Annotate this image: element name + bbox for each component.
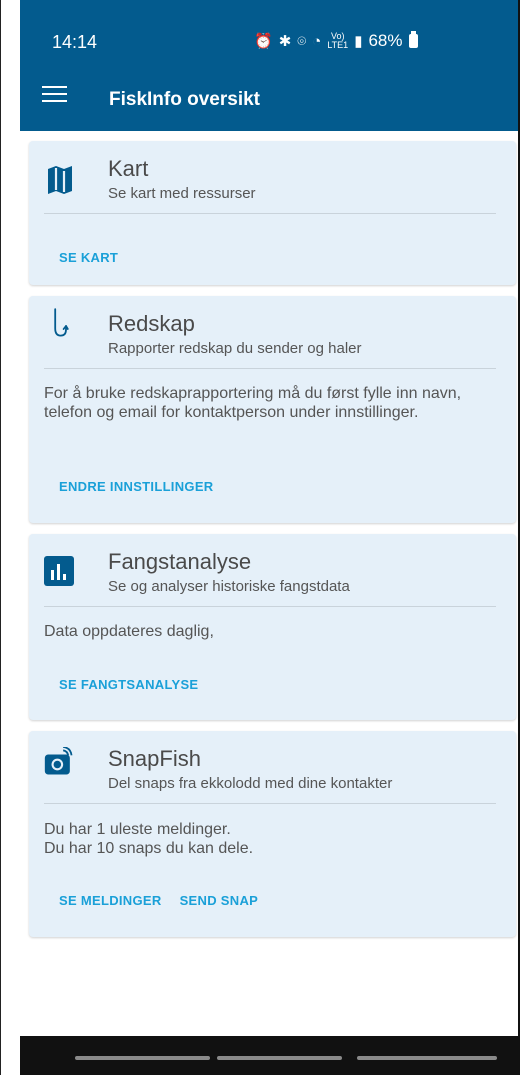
- card-subtitle: Se og analyser historiske fangstdata: [108, 578, 350, 595]
- page-title: FiskInfo oversikt: [109, 89, 260, 110]
- divider: [44, 213, 496, 214]
- lte-bottom-label: LTE1: [327, 40, 349, 50]
- fishing-hook-icon: [54, 308, 69, 337]
- card-list: Kart Se kart med ressurser SE KART Redsk…: [20, 131, 518, 1036]
- menu-button[interactable]: [42, 86, 67, 104]
- divider: [44, 606, 496, 607]
- card-body-text: Data oppdateres daglig,: [44, 623, 214, 640]
- card-actions: SE FANGTSANALYSE: [59, 677, 198, 692]
- card-subtitle: Se kart med ressurser: [108, 185, 256, 202]
- send-snap-button[interactable]: SEND SNAP: [180, 893, 259, 908]
- card-kart: Kart Se kart med ressurser SE KART: [29, 141, 516, 285]
- snaps-count-text: Du har 10 snaps du kan dele.: [44, 840, 254, 857]
- bar-chart-icon: [44, 556, 74, 586]
- unread-messages-text: Du har 1 uleste meldinger.: [44, 821, 231, 838]
- card-body-text: Du har 1 uleste meldinger. Du har 10 sna…: [44, 820, 474, 858]
- card-actions: SE KART: [59, 250, 118, 265]
- system-navigation-bar: [20, 1036, 518, 1075]
- card-title: Kart: [108, 156, 149, 181]
- card-actions: ENDRE INNSTILLINGER: [59, 479, 213, 494]
- map-icon: [48, 166, 72, 194]
- hamburger-line: [42, 100, 67, 102]
- endre-innstillinger-button[interactable]: ENDRE INNSTILLINGER: [59, 479, 213, 494]
- battery-icon: [409, 31, 419, 48]
- card-subtitle: Del snaps fra ekkolodd med dine kontakte…: [108, 775, 393, 792]
- app-bar: 14:14 ⏰ ✱ ⌾ ◔ Vo) LTE1 ▮ 68% FiskInfo ov…: [20, 0, 518, 131]
- card-title: SnapFish: [108, 746, 201, 771]
- nav-bar-segment[interactable]: [75, 1056, 210, 1060]
- battery-percent: 68%: [368, 31, 403, 50]
- phone-screen: 14:14 ⏰ ✱ ⌾ ◔ Vo) LTE1 ▮ 68% FiskInfo ov…: [20, 0, 518, 1075]
- card-snapfish: SnapFish Del snaps fra ekkolodd med dine…: [29, 731, 516, 937]
- card-subtitle: Rapporter redskap du sender og haler: [108, 340, 362, 357]
- card-redskap: Redskap Rapporter redskap du sender og h…: [29, 296, 516, 523]
- screenshot-frame-left: [0, 0, 20, 1075]
- wifi-icon: ◔: [312, 32, 322, 50]
- camera-wireless-icon: [44, 747, 73, 775]
- status-time: 14:14: [52, 32, 98, 52]
- bluetooth-icon: ✱: [278, 32, 292, 50]
- lte-indicator: Vo) LTE1: [327, 32, 348, 50]
- nav-bar-segment[interactable]: [357, 1056, 497, 1060]
- card-fangstanalyse: Fangstanalyse Se og analyser historiske …: [29, 534, 516, 720]
- card-actions: SE MELDINGER SEND SNAP: [59, 893, 258, 908]
- hamburger-line: [42, 86, 67, 88]
- divider: [44, 368, 496, 369]
- card-title: Fangstanalyse: [108, 549, 252, 574]
- card-body-text: For å bruke redskaprapportering må du fø…: [44, 385, 462, 421]
- se-kart-button[interactable]: SE KART: [59, 250, 118, 265]
- se-fangtsanalyse-button[interactable]: SE FANGTSANALYSE: [59, 677, 198, 692]
- status-icons: ⏰ ✱ ⌾ ◔ Vo) LTE1 ▮ 68%: [254, 31, 419, 51]
- hamburger-line: [42, 93, 67, 95]
- divider: [44, 803, 496, 804]
- nav-bar-segment[interactable]: [217, 1056, 342, 1060]
- se-meldinger-button[interactable]: SE MELDINGER: [59, 893, 162, 908]
- alarm-icon: ⏰: [254, 32, 273, 50]
- location-icon: ⌾: [297, 32, 307, 50]
- signal-icon: ▮: [354, 32, 363, 50]
- card-title: Redskap: [108, 311, 195, 336]
